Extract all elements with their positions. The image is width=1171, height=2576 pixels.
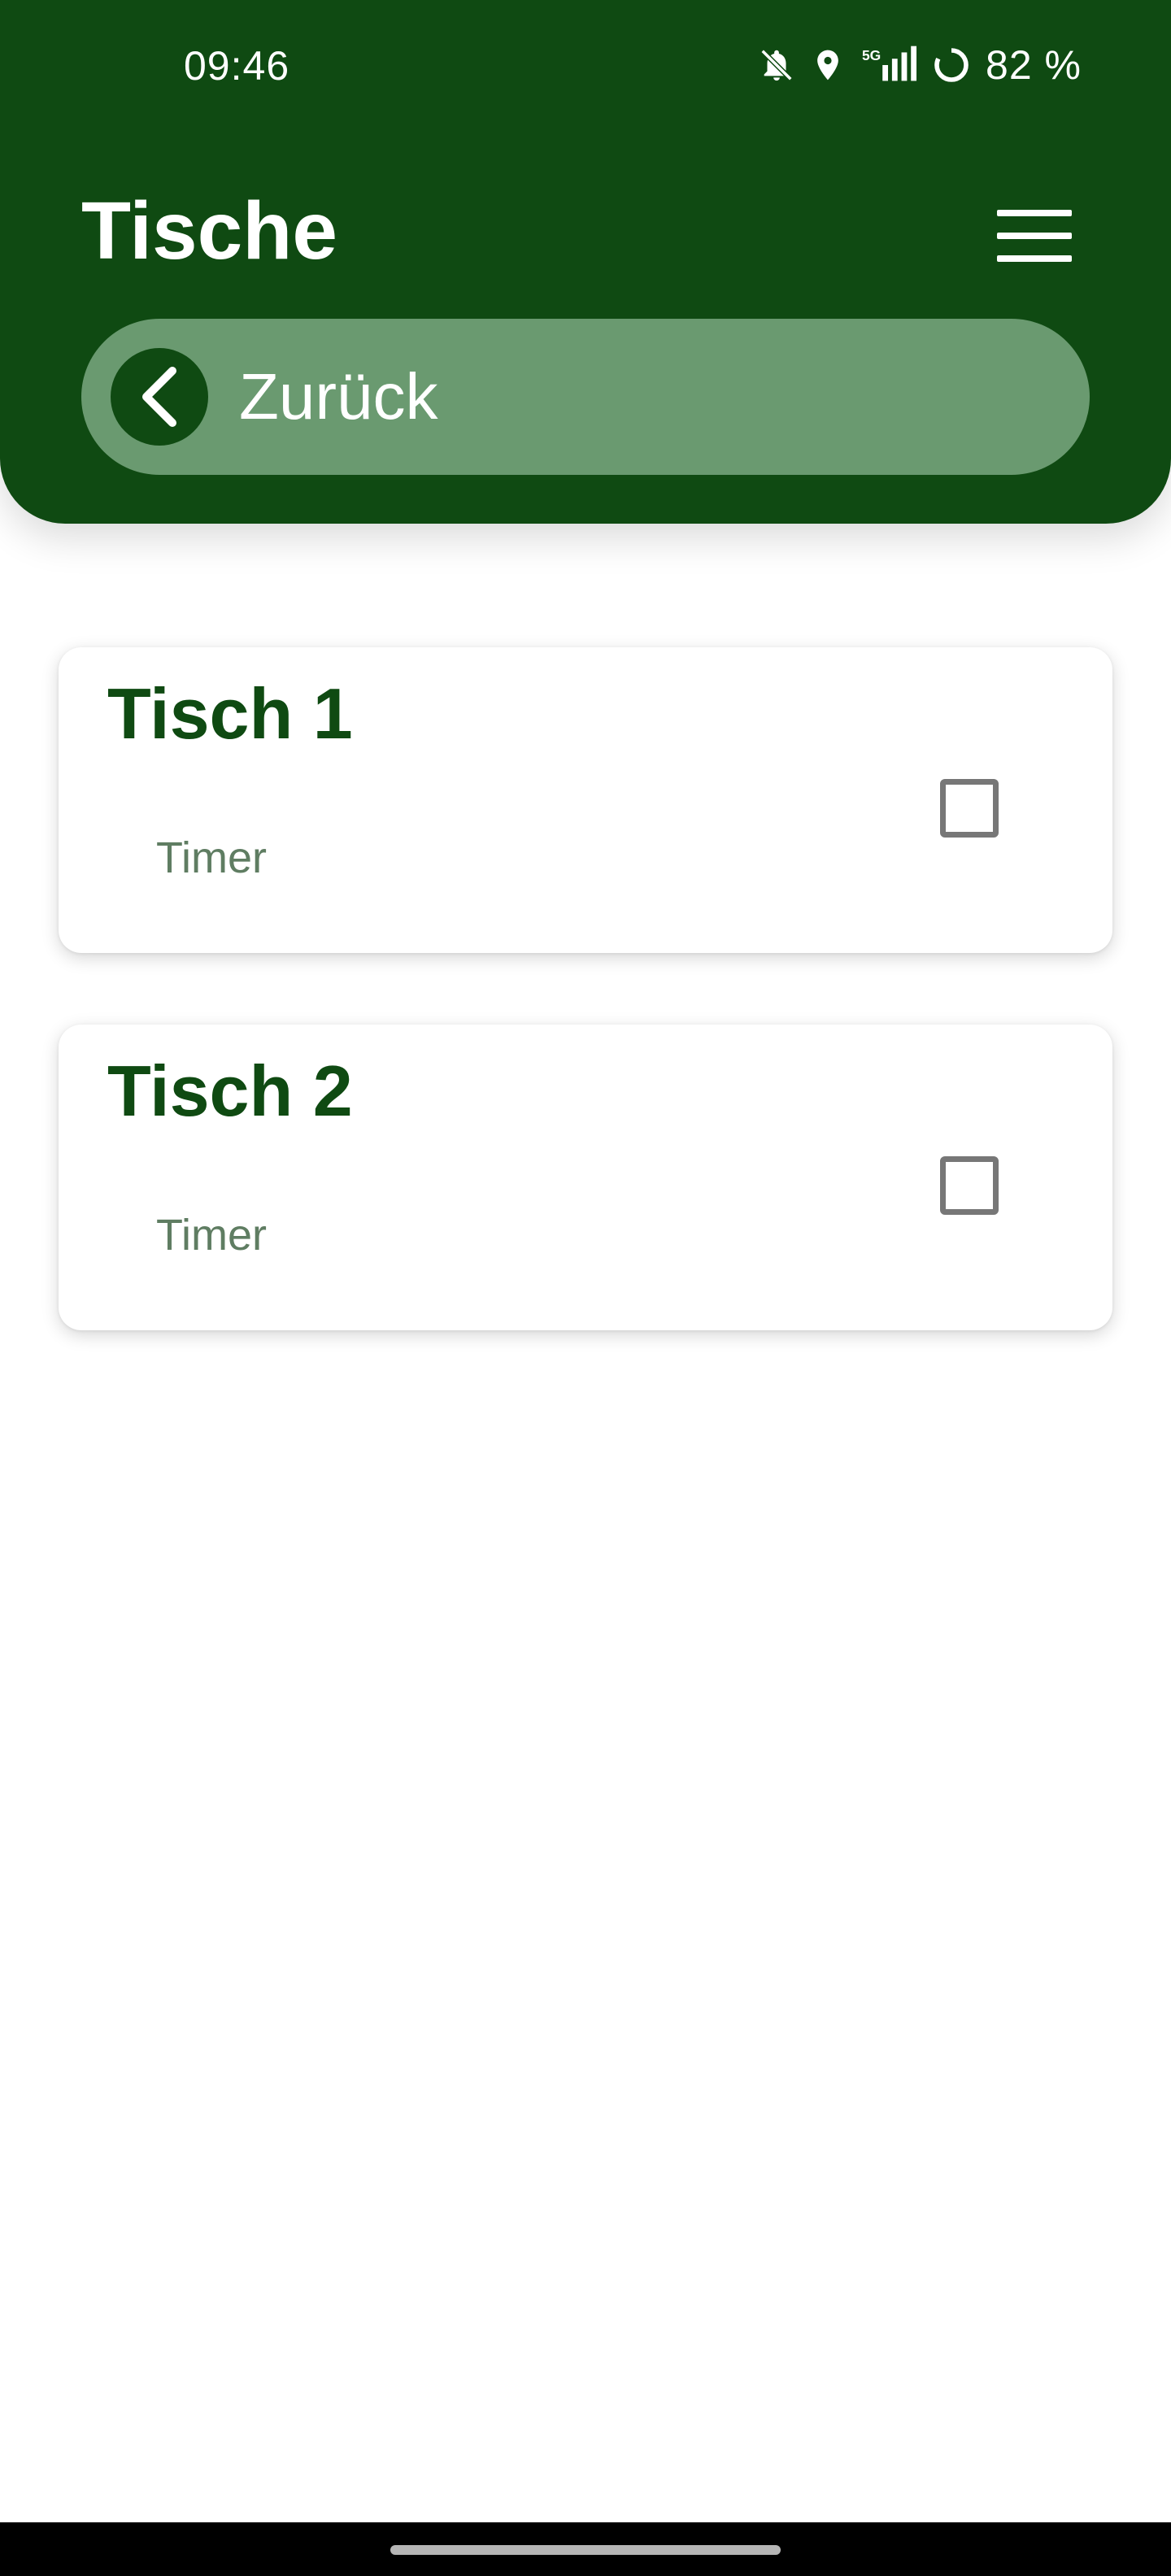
back-button-label: Zurück xyxy=(239,360,438,433)
navigation-bar xyxy=(0,2522,1171,2576)
menu-line xyxy=(997,210,1072,216)
table-title: Tisch 2 xyxy=(107,1051,353,1131)
app-screen: 09:46 5G 82 % Tische Zurück Tisch 1 Time… xyxy=(0,0,1171,2576)
table-timer-label: Timer xyxy=(156,833,267,882)
status-time: 09:46 xyxy=(184,43,290,89)
menu-line xyxy=(997,255,1072,262)
table-title: Tisch 1 xyxy=(107,673,353,754)
bell-off-icon xyxy=(758,46,795,84)
status-icons: 5G 82 % xyxy=(758,41,1082,89)
home-indicator[interactable] xyxy=(390,2545,781,2555)
app-header: 09:46 5G 82 % Tische Zurück xyxy=(0,0,1171,524)
signal-icon: 5G xyxy=(860,46,917,85)
back-button[interactable]: Zurück xyxy=(81,319,1090,475)
battery-ring-icon xyxy=(932,46,971,85)
battery-percentage: 82 % xyxy=(986,42,1082,88)
table-card[interactable]: Tisch 2 Timer xyxy=(59,1025,1112,1330)
table-checkbox[interactable] xyxy=(940,1156,999,1215)
network-type-label: 5G xyxy=(862,47,881,63)
menu-line xyxy=(997,233,1072,239)
table-card[interactable]: Tisch 1 Timer xyxy=(59,647,1112,953)
page-title: Tische xyxy=(81,185,337,276)
location-pin-icon xyxy=(810,46,846,85)
table-timer-label: Timer xyxy=(156,1211,267,1260)
table-checkbox[interactable] xyxy=(940,779,999,838)
hamburger-menu-icon[interactable] xyxy=(994,203,1075,268)
chevron-left-icon xyxy=(111,348,208,446)
